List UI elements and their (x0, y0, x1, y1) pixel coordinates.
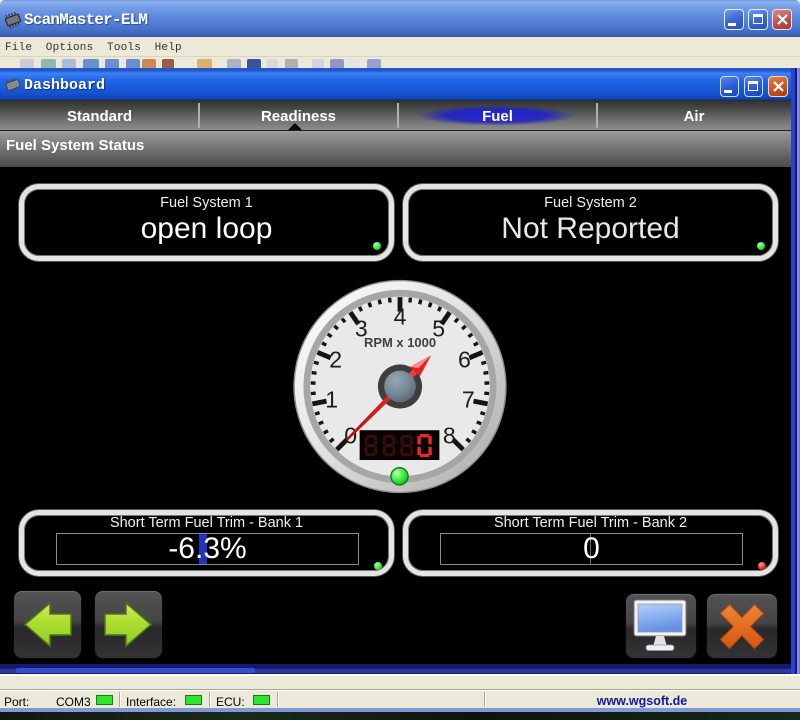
svg-text:4: 4 (394, 304, 407, 330)
svg-text:1: 1 (325, 387, 338, 413)
svg-text:7: 7 (462, 387, 475, 413)
svg-text:8: 8 (443, 422, 456, 448)
svg-text:2: 2 (329, 347, 342, 373)
svg-text:6: 6 (458, 347, 471, 373)
svg-text:RPM x 1000: RPM x 1000 (364, 335, 436, 350)
